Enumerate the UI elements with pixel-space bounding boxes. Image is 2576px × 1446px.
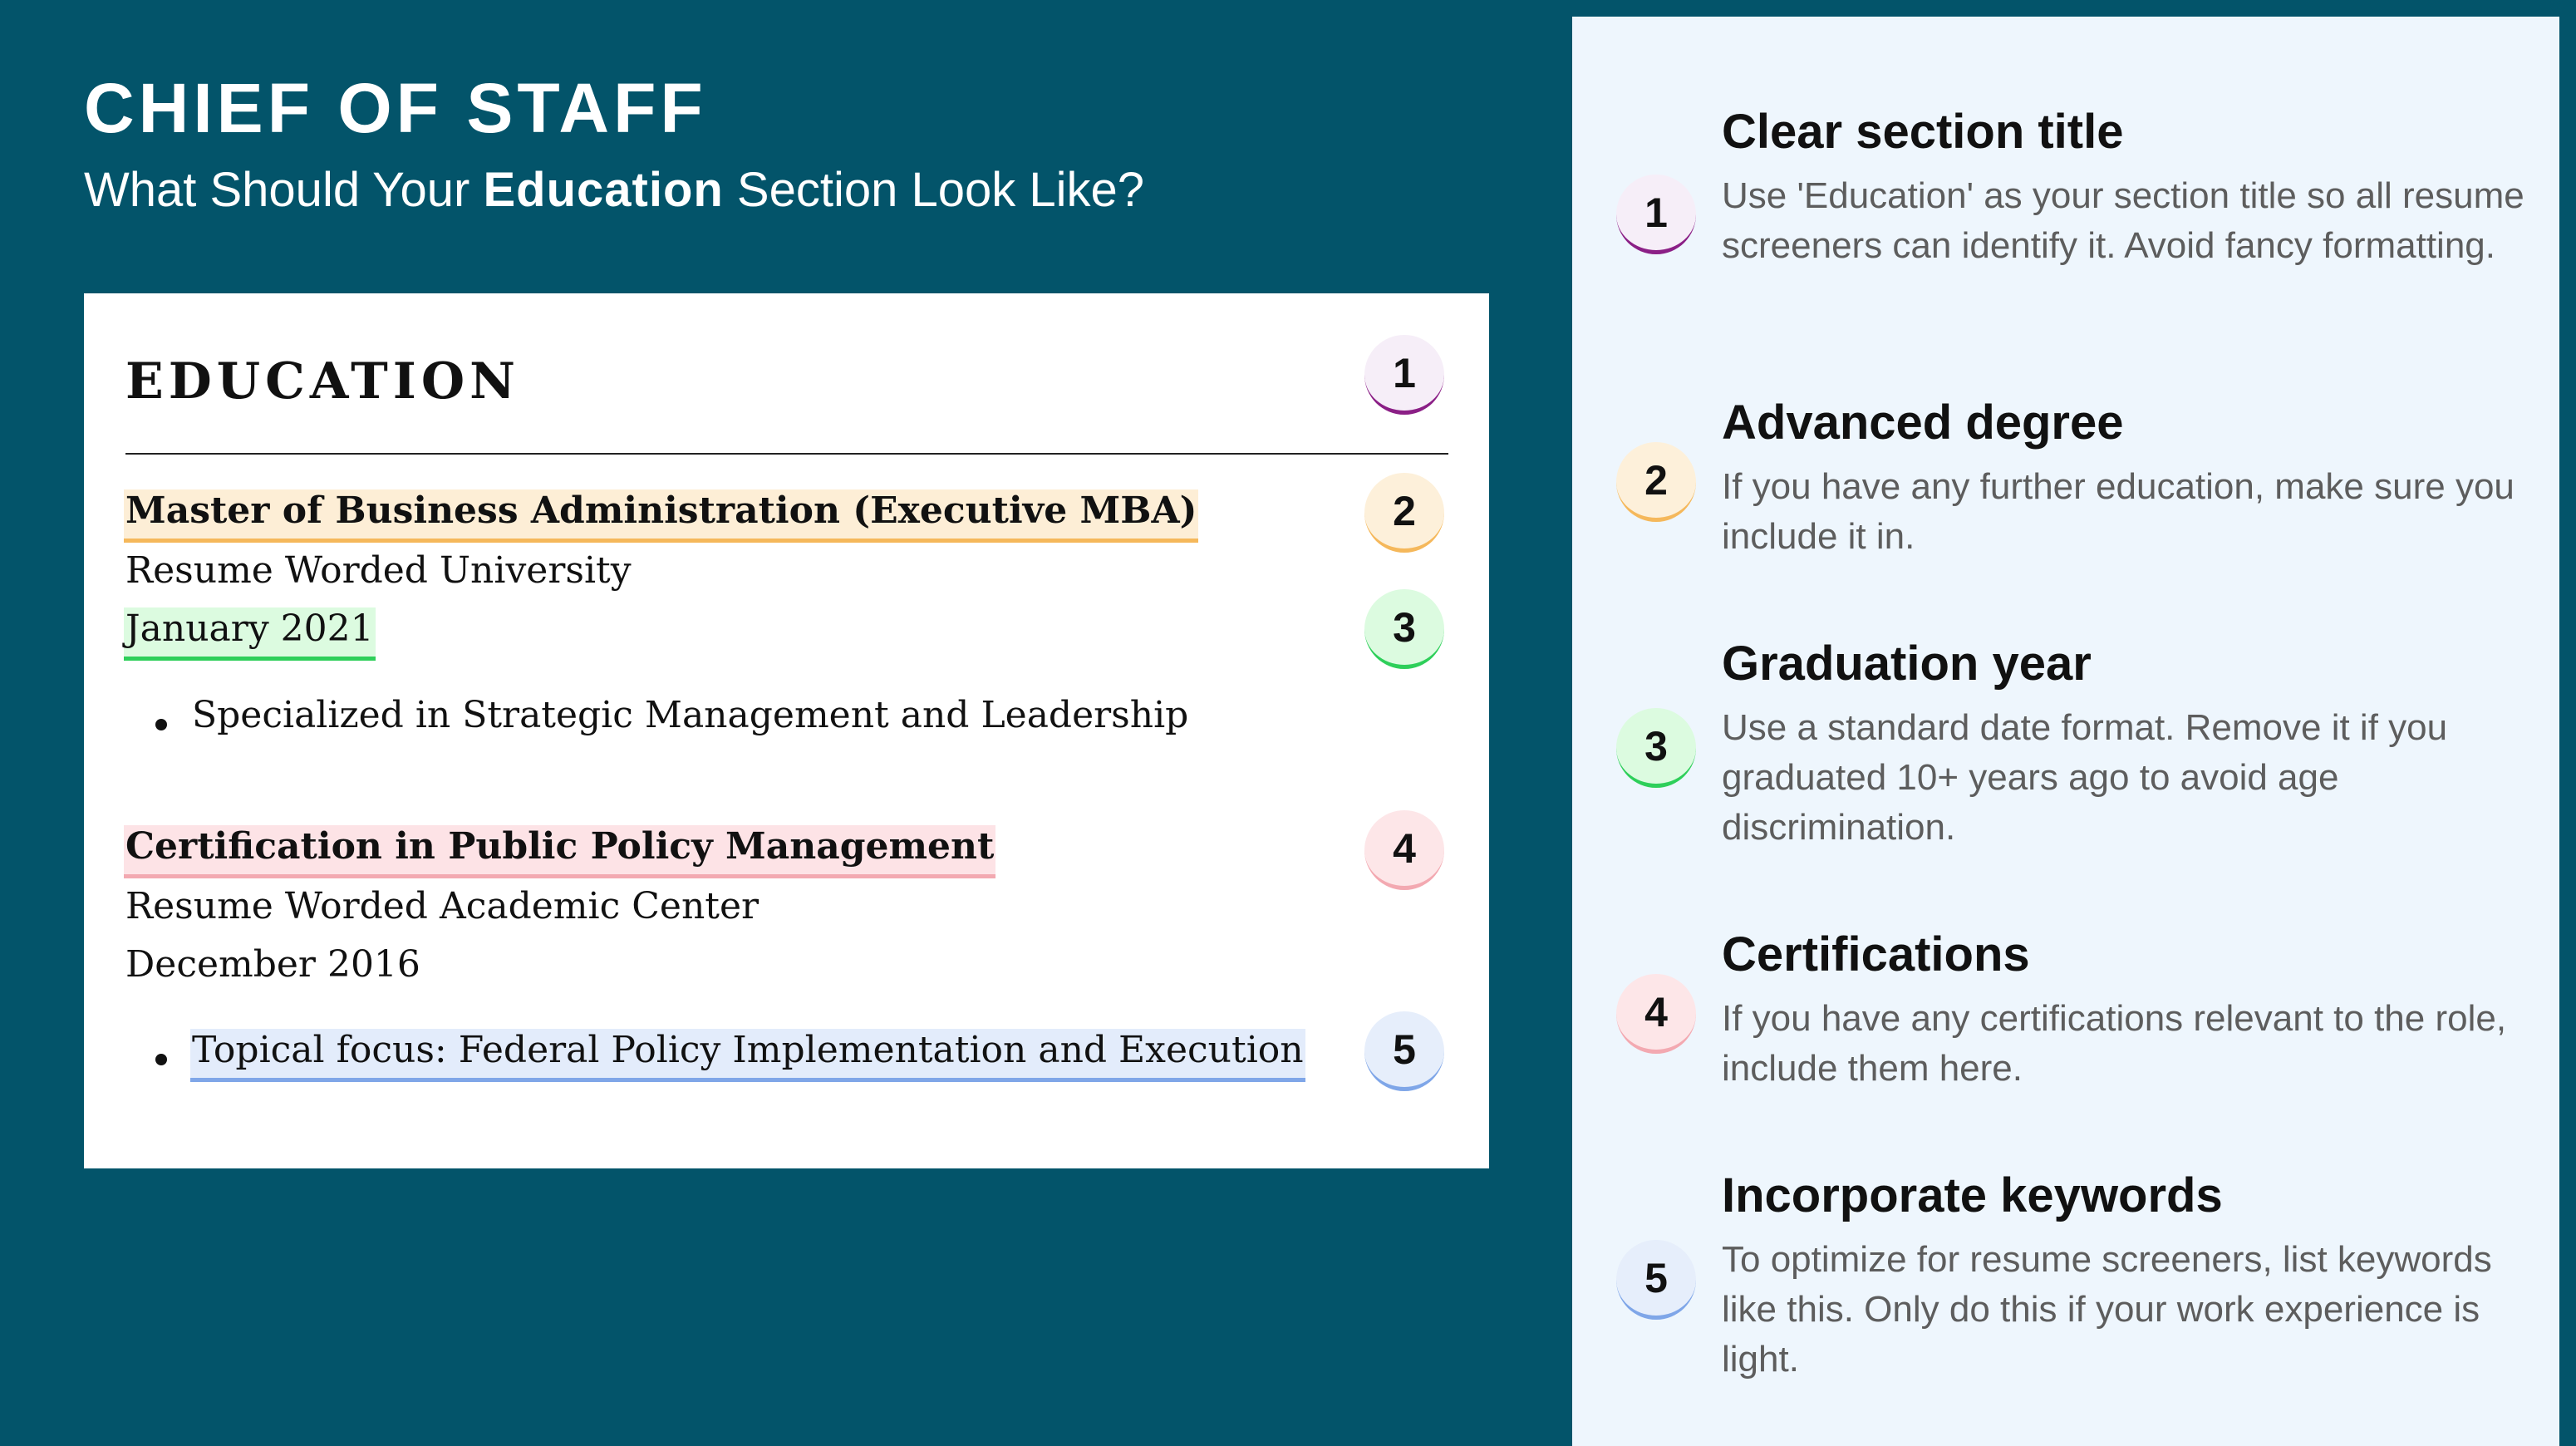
degree-title-text: Master of Business Administration (Execu… [124,489,1199,543]
degree-bullet: Specialized in Strategic Management and … [192,694,1189,736]
degree-title: Master of Business Administration (Execu… [124,489,1199,543]
role-title: CHIEF OF STAFF [84,69,707,147]
badge-3: 3 [1364,589,1444,669]
graduation-date-text: January 2021 [124,607,376,661]
tip-text: If you have any further education, make … [1722,466,2515,557]
tips-panel: Clear section title 1 Use 'Education' as… [1572,17,2559,1446]
page-subtitle: What Should Your Education Section Look … [84,166,1144,214]
tip-text: Use 'Education' as your section title so… [1722,175,2524,266]
education-heading: EDUCATION [125,352,520,411]
tip-text: Use a standard date format. Remove it if… [1722,707,2448,848]
tip-title: Clear section title [1722,105,2124,159]
graduation-date: January 2021 [124,607,376,661]
subtitle-suffix: Section Look Like? [723,163,1145,217]
tip-badge-5: 5 [1616,1240,1696,1320]
certification-title-text: Certification in Public Policy Managemen… [124,825,996,878]
subtitle-prefix: What Should Your [84,163,484,217]
keyword-bullet-text: Topical focus: Federal Policy Implementa… [190,1029,1305,1082]
badge-2: 2 [1364,473,1444,553]
tip-title: Graduation year [1722,637,2092,691]
certification-date: December 2016 [125,943,420,986]
tip-badge-4: 4 [1616,974,1696,1054]
badge-4: 4 [1364,810,1444,890]
bullet-dot [155,1054,167,1065]
school-name: Resume Worded University [125,549,632,592]
tip-title: Incorporate keywords [1722,1168,2223,1222]
tip-text: If you have any certifications relevant … [1722,998,2507,1089]
badge-5: 5 [1364,1011,1444,1091]
tip-title: Advanced degree [1722,396,2124,450]
school-name: Resume Worded Academic Center [125,885,760,927]
page-header: CHIEF OF STAFF What Should Your Educatio… [84,73,1144,214]
section-divider [125,453,1448,455]
tip-text: To optimize for resume screeners, list k… [1722,1239,2492,1380]
certification-title: Certification in Public Policy Managemen… [124,825,996,878]
tip-badge-1: 1 [1616,175,1696,254]
tip-badge-3: 3 [1616,708,1696,788]
keyword-bullet: Topical focus: Federal Policy Implementa… [190,1029,1305,1082]
subtitle-bold: Education [483,163,724,217]
bullet-dot [155,719,167,730]
tip-badge-2: 2 [1616,442,1696,522]
tip-title: Certifications [1722,927,2030,981]
badge-1: 1 [1364,335,1444,415]
resume-example-card: EDUCATION 1 Master of Business Administr… [84,293,1489,1168]
